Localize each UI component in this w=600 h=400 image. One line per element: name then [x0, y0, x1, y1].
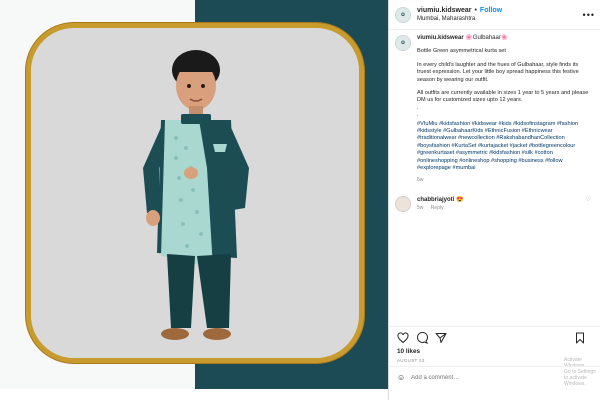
more-options-icon[interactable]: ••• [583, 10, 595, 20]
comment-bubble-icon[interactable] [416, 331, 428, 344]
post-header: ✿ viumiu.kidswear • Follow Mumbai, Mahar… [389, 0, 600, 30]
add-comment-bar: ☺ [389, 366, 600, 388]
emoji-icon[interactable]: ☺ [397, 373, 405, 382]
caption-paragraph-2: All outfits are currently available in s… [417, 90, 590, 104]
like-heart-icon[interactable] [397, 331, 409, 344]
caption-paragraph-1: In every child's laughter and the hues o… [417, 61, 581, 83]
boy-photo [31, 28, 359, 358]
commenter-avatar[interactable] [395, 195, 411, 212]
post-details-panel: ✿ viumiu.kidswear • Follow Mumbai, Mahar… [388, 0, 600, 400]
post-date: AUGUST 23 [397, 358, 425, 363]
caption-hashtags[interactable]: #VIuMiu #kidsfashion #kidswear #kids #ki… [417, 121, 593, 173]
reply-button[interactable]: Reply [431, 205, 444, 211]
gold-photo-frame [26, 23, 364, 363]
caption: ✿ viumiu.kidswear 🌸Gulbahaar🌸 Bottle Gre… [395, 35, 593, 184]
caption-area: ✿ viumiu.kidswear 🌸Gulbahaar🌸 Bottle Gre… [389, 31, 600, 327]
share-send-icon[interactable] [435, 332, 447, 344]
comment-item: chabbriajyoti 😍 5w Reply ♡ [395, 195, 593, 212]
comment-like-icon[interactable]: ♡ [586, 196, 591, 203]
comment-text: 😍 [456, 196, 464, 203]
follow-button[interactable]: Follow [480, 6, 502, 15]
post-media[interactable] [0, 0, 388, 389]
account-username[interactable]: viumiu.kidswear [417, 6, 471, 15]
like-count[interactable]: 10 likes [397, 348, 420, 355]
caption-avatar[interactable]: ✿ [395, 35, 411, 51]
commenter-username[interactable]: chabbriajyoti [417, 197, 454, 203]
caption-line: Bottle Green asymmetrical kurta set [417, 48, 506, 55]
comment-time: 5w [417, 204, 424, 211]
account-avatar[interactable]: ✿ [395, 6, 411, 23]
caption-dots: . . [417, 104, 419, 119]
action-bar [389, 326, 600, 348]
bookmark-icon[interactable] [574, 332, 586, 344]
separator-dot: • [474, 6, 477, 14]
comment-input[interactable] [411, 374, 562, 381]
caption-username[interactable]: viumiu.kidswear [417, 35, 464, 41]
caption-title: 🌸Gulbahaar🌸 [465, 35, 509, 41]
post-location[interactable]: Mumbai, Maharashtra [417, 15, 502, 24]
caption-time: 5w [417, 176, 424, 183]
